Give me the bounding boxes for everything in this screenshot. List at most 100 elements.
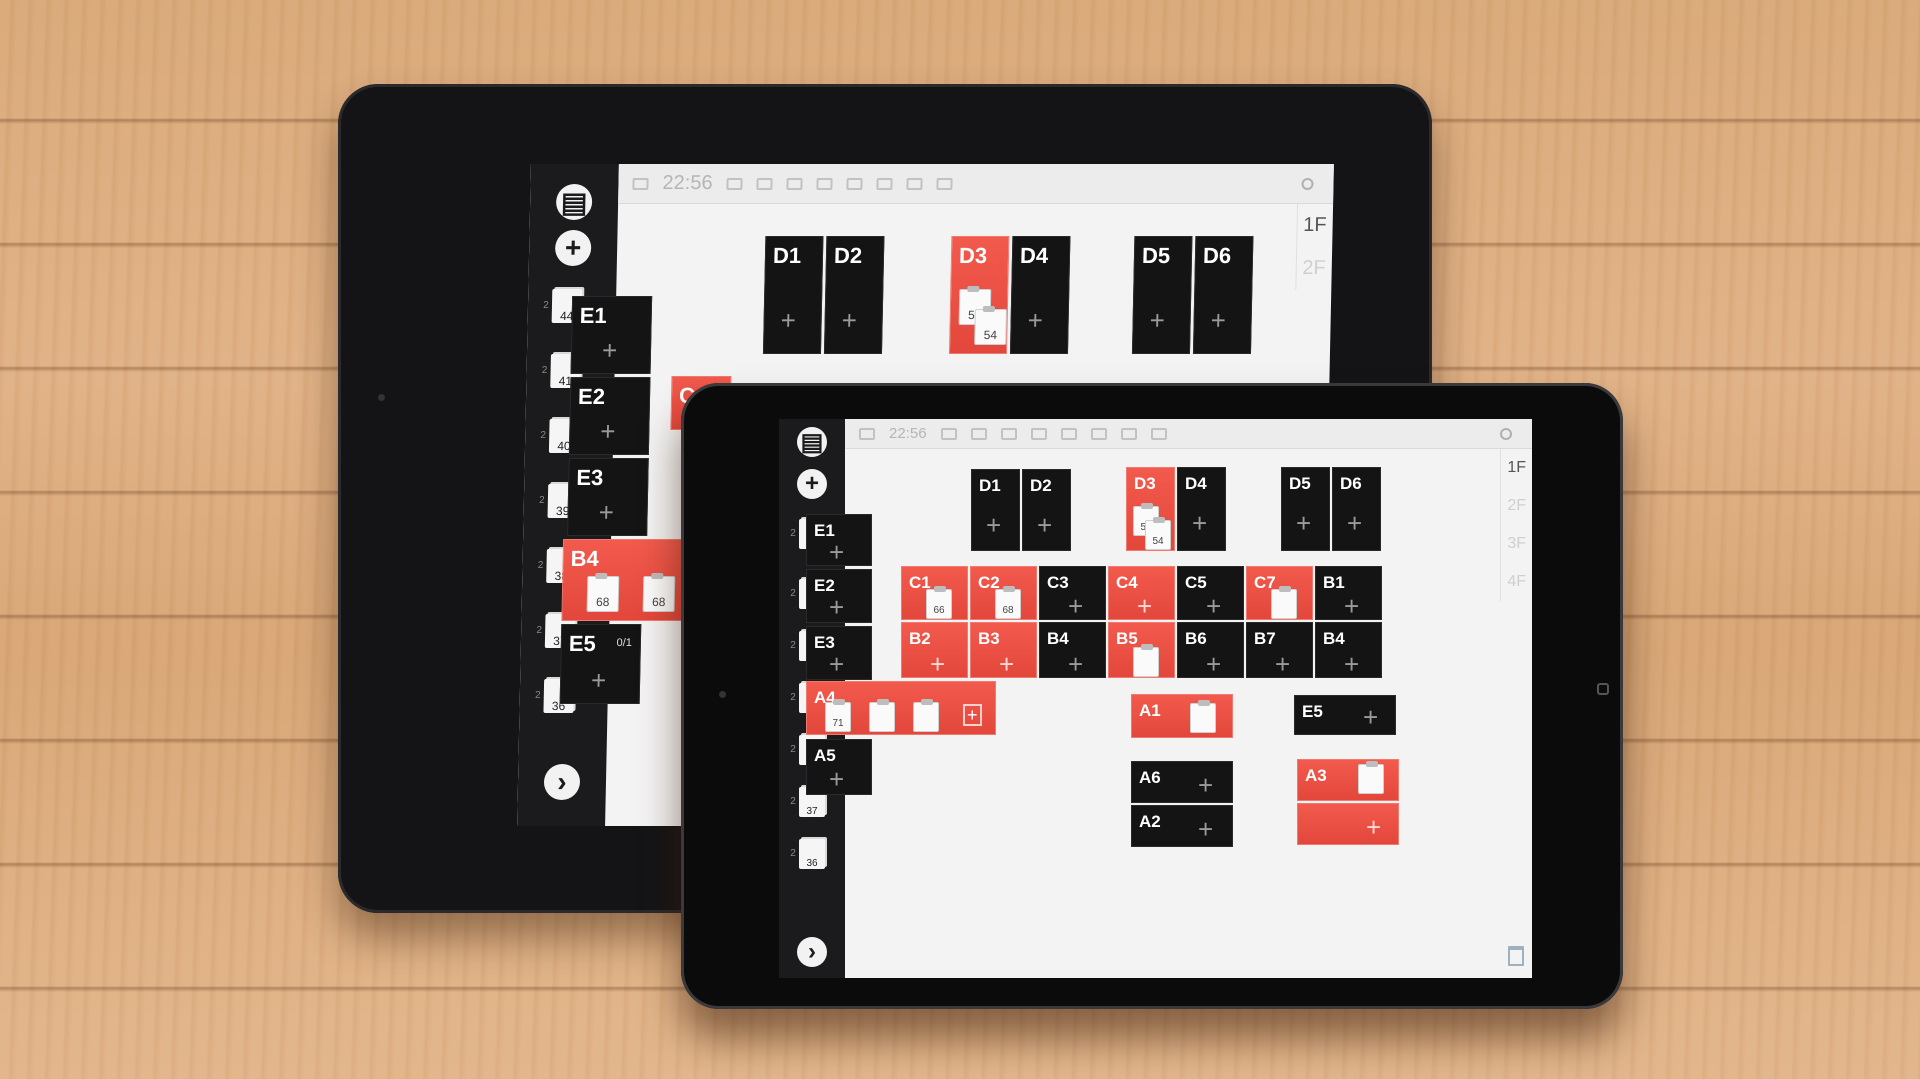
table-d1[interactable]: D1 + bbox=[762, 236, 824, 354]
folder-icon[interactable] bbox=[940, 427, 957, 440]
add-icon[interactable]: + bbox=[930, 651, 945, 677]
add-icon[interactable]: + bbox=[1275, 651, 1290, 677]
table-d6[interactable]: D6 + bbox=[1332, 467, 1381, 551]
add-icon[interactable]: + bbox=[1344, 651, 1359, 677]
table-a1[interactable]: E5 + bbox=[1294, 695, 1396, 735]
add-icon[interactable]: + bbox=[1137, 593, 1152, 619]
queue-item[interactable]: 2 36 bbox=[787, 839, 825, 869]
info-icon[interactable] bbox=[1150, 427, 1167, 440]
add-icon[interactable]: + bbox=[829, 594, 844, 620]
add-icon[interactable]: + bbox=[1037, 512, 1052, 538]
info-icon[interactable] bbox=[936, 177, 953, 190]
tab-4f[interactable]: 4F bbox=[1500, 563, 1532, 601]
monitor-icon[interactable] bbox=[1030, 427, 1047, 440]
table-d5[interactable]: D5 + bbox=[1131, 236, 1193, 354]
tab-2f[interactable]: 2F bbox=[1500, 487, 1532, 525]
table-c6[interactable]: C7 bbox=[1246, 566, 1313, 620]
add-icon[interactable]: + bbox=[598, 497, 614, 527]
table-b1[interactable]: B2 + bbox=[901, 622, 968, 678]
table-b3[interactable]: B4 + bbox=[1039, 622, 1106, 678]
table-a2[interactable]: A3 bbox=[1297, 759, 1399, 801]
table-c5[interactable]: C5 + bbox=[1177, 566, 1244, 620]
table-c3[interactable]: C3 + bbox=[1039, 566, 1106, 620]
add-icon[interactable]: + bbox=[1068, 593, 1083, 619]
cloud-icon[interactable] bbox=[756, 177, 773, 190]
printer-icon[interactable]: ▤ bbox=[797, 427, 827, 457]
add-icon[interactable]: + bbox=[1210, 305, 1226, 335]
next-icon[interactable]: › bbox=[543, 764, 581, 800]
add-icon[interactable]: + bbox=[1206, 593, 1221, 619]
table-e5[interactable]: A5 + bbox=[806, 739, 872, 795]
add-icon[interactable]: + bbox=[986, 512, 1001, 538]
add-icon[interactable]: + bbox=[1198, 816, 1213, 842]
add-icon[interactable]: + bbox=[780, 305, 796, 335]
table-a6[interactable]: A2 + bbox=[1131, 805, 1233, 847]
table-b6[interactable]: B7 + bbox=[1246, 622, 1313, 678]
table-a4[interactable]: A1 bbox=[1131, 694, 1233, 738]
next-icon[interactable]: › bbox=[797, 937, 827, 967]
add-icon[interactable]: + bbox=[1296, 510, 1311, 536]
table-d6[interactable]: D6 + bbox=[1192, 236, 1254, 354]
table-d2[interactable]: D2 + bbox=[823, 236, 885, 354]
add-icon[interactable]: + bbox=[1027, 305, 1043, 335]
add-icon[interactable]: + bbox=[554, 230, 592, 266]
add-icon[interactable]: + bbox=[841, 305, 857, 335]
coin-icon[interactable] bbox=[1120, 427, 1137, 440]
table-e1[interactable]: E1 + bbox=[570, 296, 653, 374]
square-icon[interactable] bbox=[1090, 427, 1107, 440]
add-icon[interactable]: + bbox=[999, 651, 1014, 677]
table-d5[interactable]: D5 + bbox=[1281, 467, 1330, 551]
add-icon[interactable]: + bbox=[1149, 305, 1165, 335]
tab-1f[interactable]: 1F bbox=[1295, 204, 1334, 247]
table-c2[interactable]: C2 68 bbox=[970, 566, 1037, 620]
table-c7[interactable]: B1 + bbox=[1315, 566, 1382, 620]
add-icon[interactable]: + bbox=[600, 416, 616, 446]
table-d1[interactable]: D1 + bbox=[971, 469, 1020, 551]
add-icon[interactable]: + bbox=[591, 665, 607, 695]
table-d2[interactable]: D2 + bbox=[1022, 469, 1071, 551]
add-icon[interactable]: + bbox=[829, 539, 844, 565]
add-icon[interactable]: + bbox=[829, 651, 844, 677]
add-icon[interactable]: + bbox=[963, 704, 982, 726]
monitor-icon[interactable] bbox=[816, 177, 833, 190]
table-c1[interactable]: C1 66 bbox=[901, 566, 968, 620]
tab-3f[interactable]: 3F bbox=[1500, 525, 1532, 563]
table-d3[interactable]: D35554 bbox=[948, 236, 1010, 354]
table-e2[interactable]: E2 + bbox=[806, 569, 872, 623]
square-icon[interactable] bbox=[876, 177, 893, 190]
table-e5[interactable]: E5 0/1 + bbox=[559, 624, 642, 704]
table-b4-group[interactable]: A4 71 + bbox=[806, 681, 996, 735]
table-b4[interactable]: B4 68 68 bbox=[561, 539, 688, 621]
calendar-icon[interactable] bbox=[859, 427, 875, 440]
tab-2f[interactable]: 2F bbox=[1294, 247, 1333, 290]
add-icon[interactable]: + bbox=[602, 335, 618, 365]
add-icon[interactable]: + bbox=[1068, 651, 1083, 677]
tab-1f[interactable]: 1F bbox=[1500, 449, 1532, 487]
table-a3[interactable]: + bbox=[1297, 803, 1399, 845]
table-e1[interactable]: E1 + bbox=[806, 514, 872, 566]
table-a5[interactable]: A6 + bbox=[1131, 761, 1233, 803]
search-icon[interactable] bbox=[1500, 427, 1512, 440]
table-b2[interactable]: B3 + bbox=[970, 622, 1037, 678]
table-b4[interactable]: B5 bbox=[1108, 622, 1175, 678]
folder-icon[interactable] bbox=[726, 177, 743, 190]
add-icon[interactable]: + bbox=[1363, 704, 1378, 730]
add-icon[interactable]: + bbox=[797, 469, 827, 499]
add-icon[interactable]: + bbox=[1344, 593, 1359, 619]
add-icon[interactable]: + bbox=[1206, 651, 1221, 677]
printer-icon[interactable]: ▤ bbox=[555, 184, 593, 220]
table-e3[interactable]: E3 + bbox=[806, 626, 872, 680]
add-icon[interactable]: + bbox=[1366, 814, 1381, 840]
table-e2[interactable]: E2 + bbox=[568, 377, 651, 455]
table-d3[interactable]: D35554 bbox=[1126, 467, 1175, 551]
table-c4[interactable]: C4 + bbox=[1108, 566, 1175, 620]
search-icon[interactable] bbox=[1301, 177, 1314, 190]
add-icon[interactable]: + bbox=[1347, 510, 1362, 536]
cloud-icon[interactable] bbox=[970, 427, 987, 440]
add-icon[interactable]: + bbox=[1198, 772, 1213, 798]
table-d4[interactable]: D4 + bbox=[1177, 467, 1226, 551]
coin-icon[interactable] bbox=[906, 177, 923, 190]
calendar-icon[interactable] bbox=[632, 177, 649, 190]
table-b5[interactable]: B6 + bbox=[1177, 622, 1244, 678]
trash-icon[interactable] bbox=[1508, 946, 1524, 966]
